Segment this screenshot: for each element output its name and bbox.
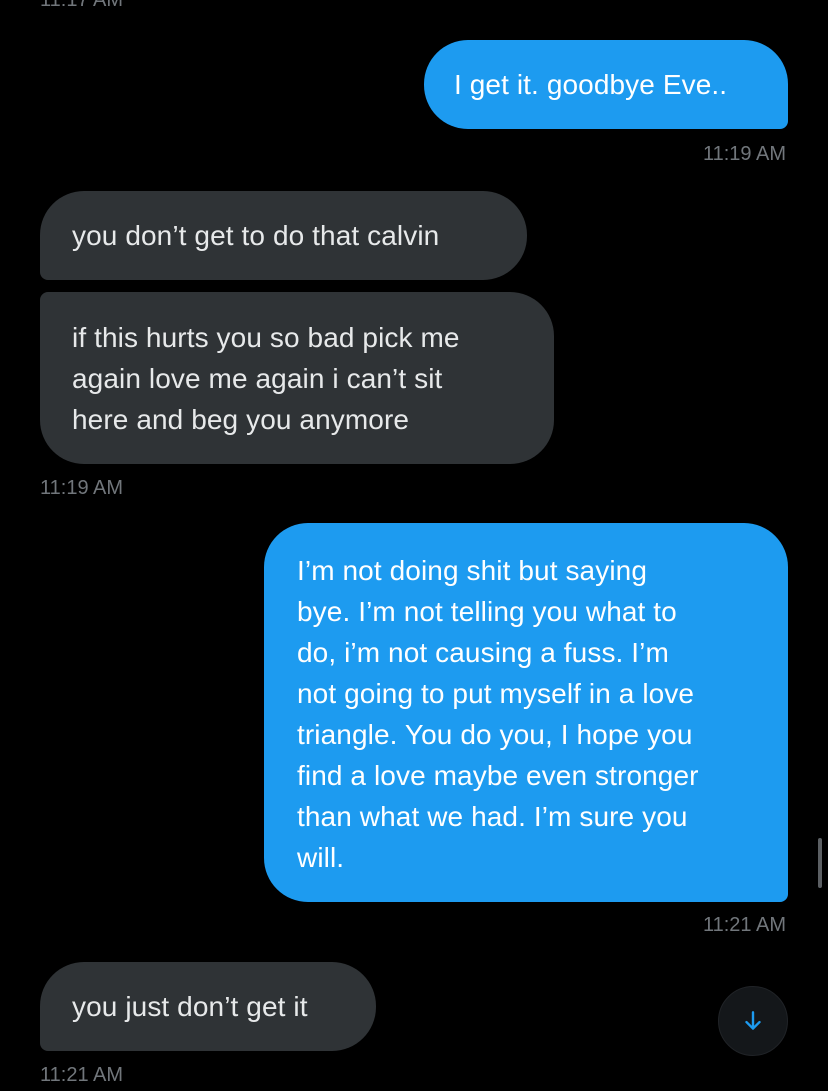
message-text: I get it. goodbye Eve.. (454, 69, 728, 100)
arrow-down-icon (745, 1011, 761, 1030)
message-timestamp: 11:19 AM (40, 477, 124, 499)
scroll-to-bottom-button[interactable] (718, 986, 788, 1056)
message-timestamp: 11:21 AM (702, 914, 786, 936)
message-timestamp: 11:19 AM (702, 143, 786, 165)
received-message-bubble[interactable]: if this hurts you so bad pick me again l… (40, 292, 554, 464)
message-text: you don’t get to do that calvin (72, 220, 440, 251)
sent-message-bubble[interactable]: I’m not doing shit but saying bye. I’m n… (264, 523, 788, 902)
message-text: if this hurts you so bad pick me again l… (72, 322, 460, 435)
received-message-bubble[interactable]: you don’t get to do that calvin (40, 191, 527, 280)
message-text: I’m not doing shit but saying bye. I’m n… (297, 555, 699, 873)
message-text: you just don’t get it (72, 991, 308, 1022)
scrollbar-thumb[interactable] (818, 838, 822, 888)
message-timestamp: 11:17 AM (40, 0, 124, 11)
sent-message-bubble[interactable]: I get it. goodbye Eve.. (424, 40, 788, 129)
received-message-bubble[interactable]: you just don’t get it (40, 962, 376, 1051)
message-timestamp: 11:21 AM (40, 1064, 124, 1086)
